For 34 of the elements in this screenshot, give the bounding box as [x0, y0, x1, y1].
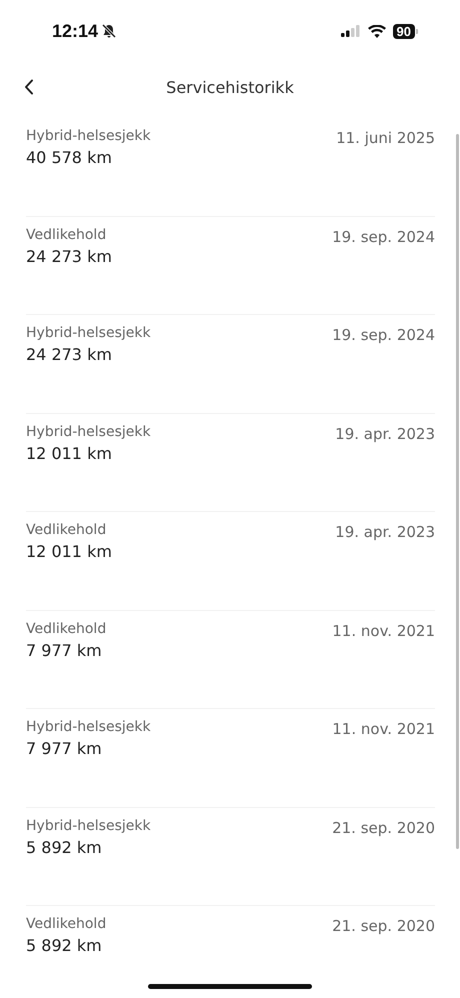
service-mileage: 12 011 km [26, 444, 113, 462]
service-type: Hybrid-helsesjekk [26, 719, 151, 735]
service-type: Hybrid-helsesjekk [26, 325, 151, 341]
service-type: Hybrid-helsesjekk [26, 128, 151, 144]
service-mileage: 7 977 km [26, 640, 103, 660]
service-type: Vedlikehold [26, 620, 106, 636]
signal-icon [340, 25, 361, 37]
service-date: 21. sep. 2020 [332, 916, 435, 935]
service-mileage: 5 892 km [26, 936, 103, 955]
page-title: Servicehistorikk [166, 78, 294, 96]
battery-level: 90 [392, 24, 415, 38]
service-mileage: 5 892 km [26, 838, 103, 856]
service-date: 11. nov. 2021 [332, 620, 435, 640]
service-date: 11. juni 2025 [336, 128, 435, 147]
service-date: 19. apr. 2023 [335, 522, 435, 541]
service-type: Vedlikehold [26, 916, 106, 932]
service-mileage: 40 578 km [26, 148, 113, 167]
service-type: Hybrid-helsesjekk [26, 818, 151, 834]
service-type: Hybrid-helsesjekk [26, 424, 151, 440]
status-time: 12:14 [52, 20, 98, 42]
service-date: 11. nov. 2021 [332, 719, 435, 738]
muted-bell-icon [101, 23, 118, 39]
service-date: 19. sep. 2024 [332, 325, 435, 344]
service-mileage: 7 977 km [26, 739, 103, 758]
service-date: 21. sep. 2020 [332, 818, 435, 836]
back-button[interactable] [22, 77, 36, 97]
service-mileage: 12 011 km [26, 542, 112, 561]
service-mileage: 24 273 km [26, 345, 113, 364]
wifi-icon [368, 24, 386, 38]
service-mileage: 24 273 km [26, 246, 112, 266]
service-date: 19. sep. 2024 [332, 226, 435, 246]
service-type: Vedlikehold [26, 226, 108, 242]
service-date: 19. apr. 2023 [335, 424, 435, 442]
service-type: Vedlikehold [26, 522, 108, 538]
